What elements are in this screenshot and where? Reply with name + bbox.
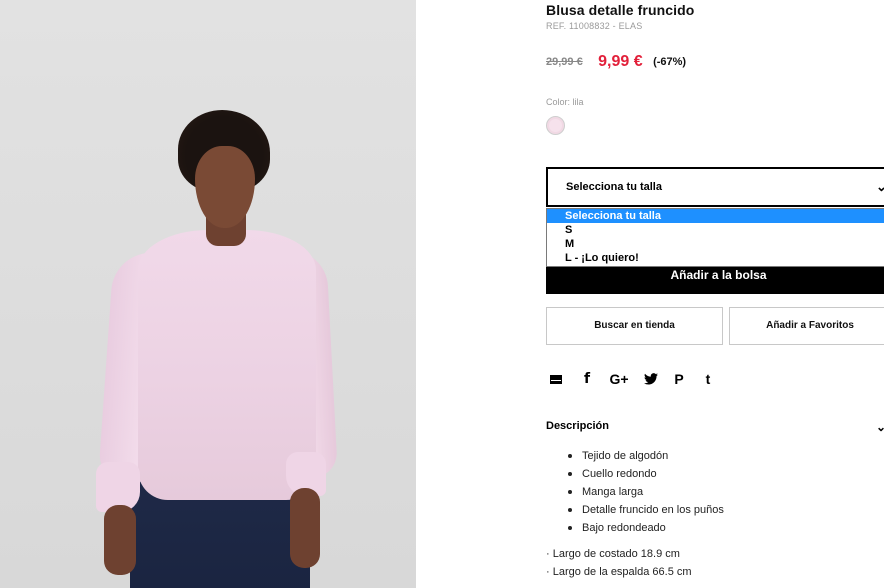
chevron-down-icon: ⌄: [876, 420, 884, 434]
size-option-l[interactable]: L - ¡Lo quiero!: [547, 251, 884, 265]
size-option-s[interactable]: S: [547, 223, 884, 237]
facebook-icon[interactable]: f: [581, 369, 593, 389]
description-heading: Descripción: [546, 420, 609, 432]
measurement-side-length: · Largo de costado 18.9 cm: [546, 548, 680, 560]
twitter-icon[interactable]: [643, 369, 659, 389]
color-label: Color: lila: [546, 97, 584, 107]
size-select-value: Selecciona tu talla: [566, 181, 662, 193]
discount-badge: (-67%): [653, 56, 687, 68]
price-row: 29,99 € 9,99 € (-67%): [546, 53, 686, 75]
find-in-store-button[interactable]: Buscar en tienda: [546, 307, 723, 345]
description-list: Tejido de algodón Cuello redondo Manga l…: [568, 449, 868, 539]
size-option-placeholder[interactable]: Selecciona tu talla: [547, 209, 884, 223]
google-plus-icon[interactable]: G+: [608, 369, 630, 389]
product-reference: REF. 11008832 - ELAS: [546, 21, 643, 31]
model-right-hand: [290, 488, 320, 568]
description-item: Cuello redondo: [568, 467, 868, 485]
description-item: Bajo redondeado: [568, 521, 868, 539]
size-option-m[interactable]: M: [547, 237, 884, 251]
size-dropdown-list: Selecciona tu talla S M L - ¡Lo quiero!: [546, 208, 884, 267]
product-image[interactable]: [0, 0, 416, 588]
model-left-hand: [104, 505, 136, 575]
description-toggle[interactable]: Descripción ⌄: [546, 420, 884, 436]
product-info: Blusa detalle fruncido REF. 11008832 - E…: [546, 0, 884, 588]
measurement-back-length: · Largo de la espalda 66.5 cm: [546, 566, 692, 578]
old-price: 29,99 €: [546, 56, 583, 68]
color-swatch-lila[interactable]: [546, 116, 565, 135]
pinterest-icon[interactable]: P: [672, 369, 686, 389]
product-title: Blusa detalle fruncido: [546, 2, 695, 18]
mail-icon[interactable]: [549, 369, 563, 389]
description-item: Manga larga: [568, 485, 868, 503]
sale-price: 9,99 €: [598, 53, 643, 70]
add-to-favorites-button[interactable]: Añadir a Favoritos: [729, 307, 884, 345]
description-item: Tejido de algodón: [568, 449, 868, 467]
chevron-down-icon: ⌄: [876, 179, 884, 194]
tumblr-icon[interactable]: t: [703, 369, 713, 389]
size-select[interactable]: Selecciona tu talla ⌄: [546, 167, 884, 207]
description-item: Detalle fruncido en los puños: [568, 503, 868, 521]
model-face: [195, 146, 255, 228]
